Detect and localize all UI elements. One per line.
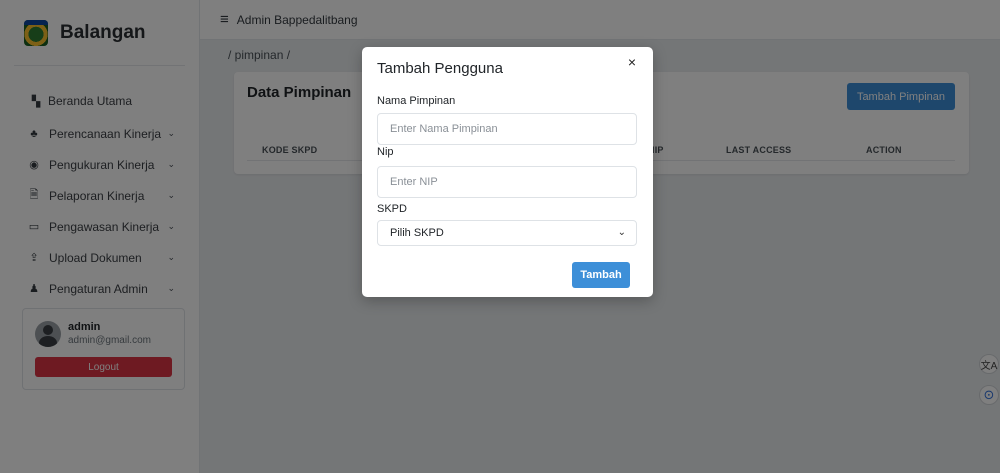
close-icon[interactable]: × bbox=[624, 54, 640, 70]
chevron-down-icon: ⌄ bbox=[617, 227, 626, 238]
skpd-selected-value: Pilih SKPD bbox=[390, 227, 444, 239]
nip-label: Nip bbox=[377, 146, 394, 158]
skpd-select[interactable]: Pilih SKPD ⌄ bbox=[377, 220, 637, 246]
skpd-label: SKPD bbox=[377, 203, 407, 215]
tambah-submit-button[interactable]: Tambah bbox=[572, 262, 630, 288]
nama-pimpinan-label: Nama Pimpinan bbox=[377, 95, 456, 107]
nip-input[interactable] bbox=[377, 166, 637, 198]
tambah-pengguna-modal: Tambah Pengguna × Nama Pimpinan Nip SKPD… bbox=[362, 47, 653, 297]
nama-pimpinan-input[interactable] bbox=[377, 113, 637, 145]
modal-title: Tambah Pengguna bbox=[377, 60, 503, 77]
